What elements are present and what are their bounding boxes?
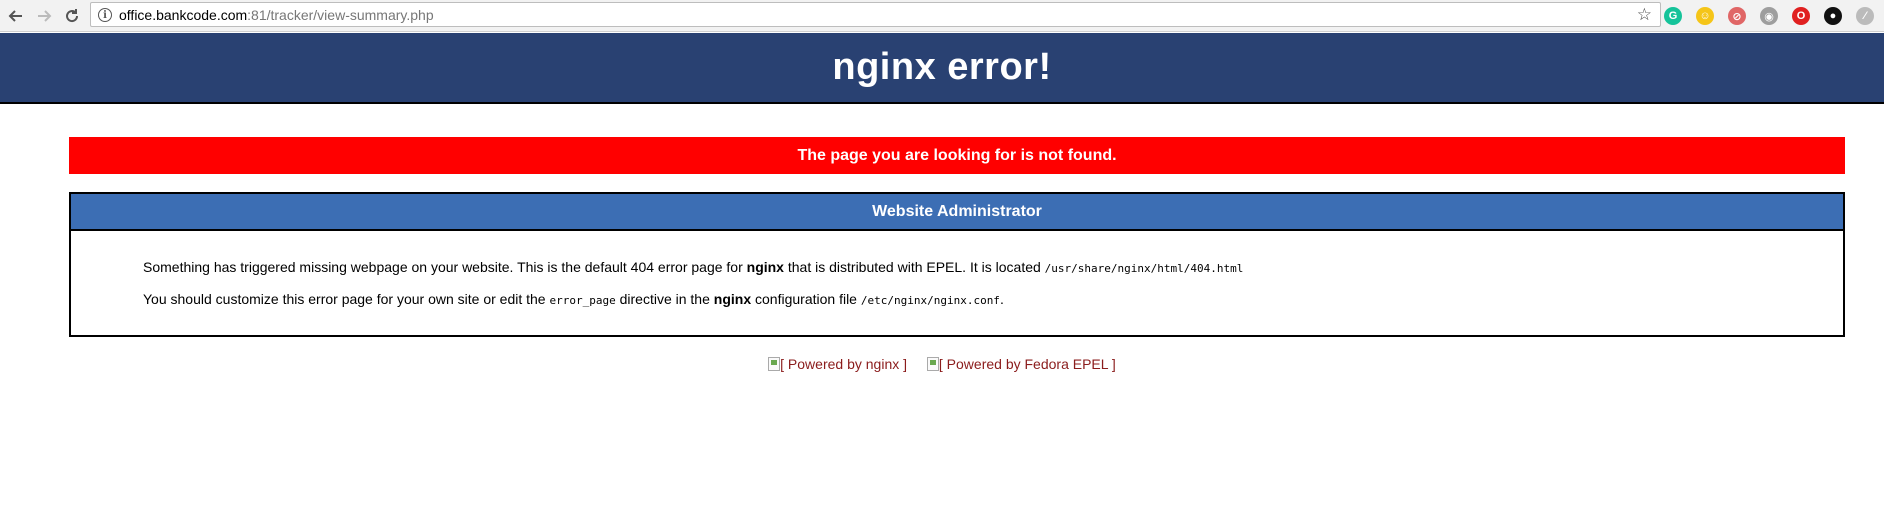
page-title: nginx error! xyxy=(832,46,1052,88)
url-text[interactable]: office.bankcode.com:81/tracker/view-summ… xyxy=(119,7,434,23)
error-alert: The page you are looking for is not foun… xyxy=(69,137,1845,174)
alert-text: The page you are looking for is not foun… xyxy=(797,146,1117,164)
extensions-bar: G ☺ ⊘ ◉ O ● ⁄ xyxy=(1664,4,1884,28)
forward-button[interactable] xyxy=(32,4,56,28)
directive-name: error_page xyxy=(549,294,616,307)
blocker-icon[interactable]: ⊘ xyxy=(1728,7,1746,25)
reload-button[interactable] xyxy=(60,4,84,28)
admin-content-box: Website Administrator Something has trig… xyxy=(69,192,1845,337)
bookmark-star-icon[interactable]: ☆ xyxy=(1637,5,1652,25)
footer-links: [ Powered by nginx ] [ Powered by Fedora… xyxy=(0,356,1884,372)
broken-image-icon xyxy=(926,357,939,371)
page-header: nginx error! xyxy=(0,33,1884,104)
camera-icon[interactable]: ◉ xyxy=(1760,7,1778,25)
eye-icon[interactable]: ● xyxy=(1824,7,1842,25)
grammarly-icon[interactable]: G xyxy=(1664,7,1682,25)
forward-arrow-icon xyxy=(38,9,52,22)
reload-icon xyxy=(66,8,79,22)
powered-by-nginx-link[interactable]: [ Powered by nginx ] xyxy=(768,356,907,372)
config-file-path: /etc/nginx/nginx.conf xyxy=(860,294,1000,307)
opera-icon[interactable]: O xyxy=(1792,7,1810,25)
file-path-404: /usr/share/nginx/html/404.html xyxy=(1044,262,1244,275)
content-body: Something has triggered missing webpage … xyxy=(71,231,1843,309)
info-paragraph-2: You should customize this error page for… xyxy=(143,291,1004,307)
powered-by-fedora-link[interactable]: [ Powered by Fedora EPEL ] xyxy=(926,356,1116,372)
site-info-icon[interactable]: i xyxy=(98,7,112,22)
info-paragraph-1: Something has triggered missing webpage … xyxy=(143,259,1244,275)
back-button[interactable] xyxy=(4,4,28,28)
content-title: Website Administrator xyxy=(71,194,1843,231)
content-title-text: Website Administrator xyxy=(872,202,1042,220)
emoji-icon[interactable]: ☺ xyxy=(1696,7,1714,25)
feather-icon[interactable]: ⁄ xyxy=(1856,7,1874,25)
back-arrow-icon xyxy=(8,9,22,22)
broken-image-icon xyxy=(768,357,781,371)
browser-toolbar: i office.bankcode.com:81/tracker/view-su… xyxy=(0,0,1884,32)
address-bar[interactable]: i office.bankcode.com:81/tracker/view-su… xyxy=(90,2,1661,27)
